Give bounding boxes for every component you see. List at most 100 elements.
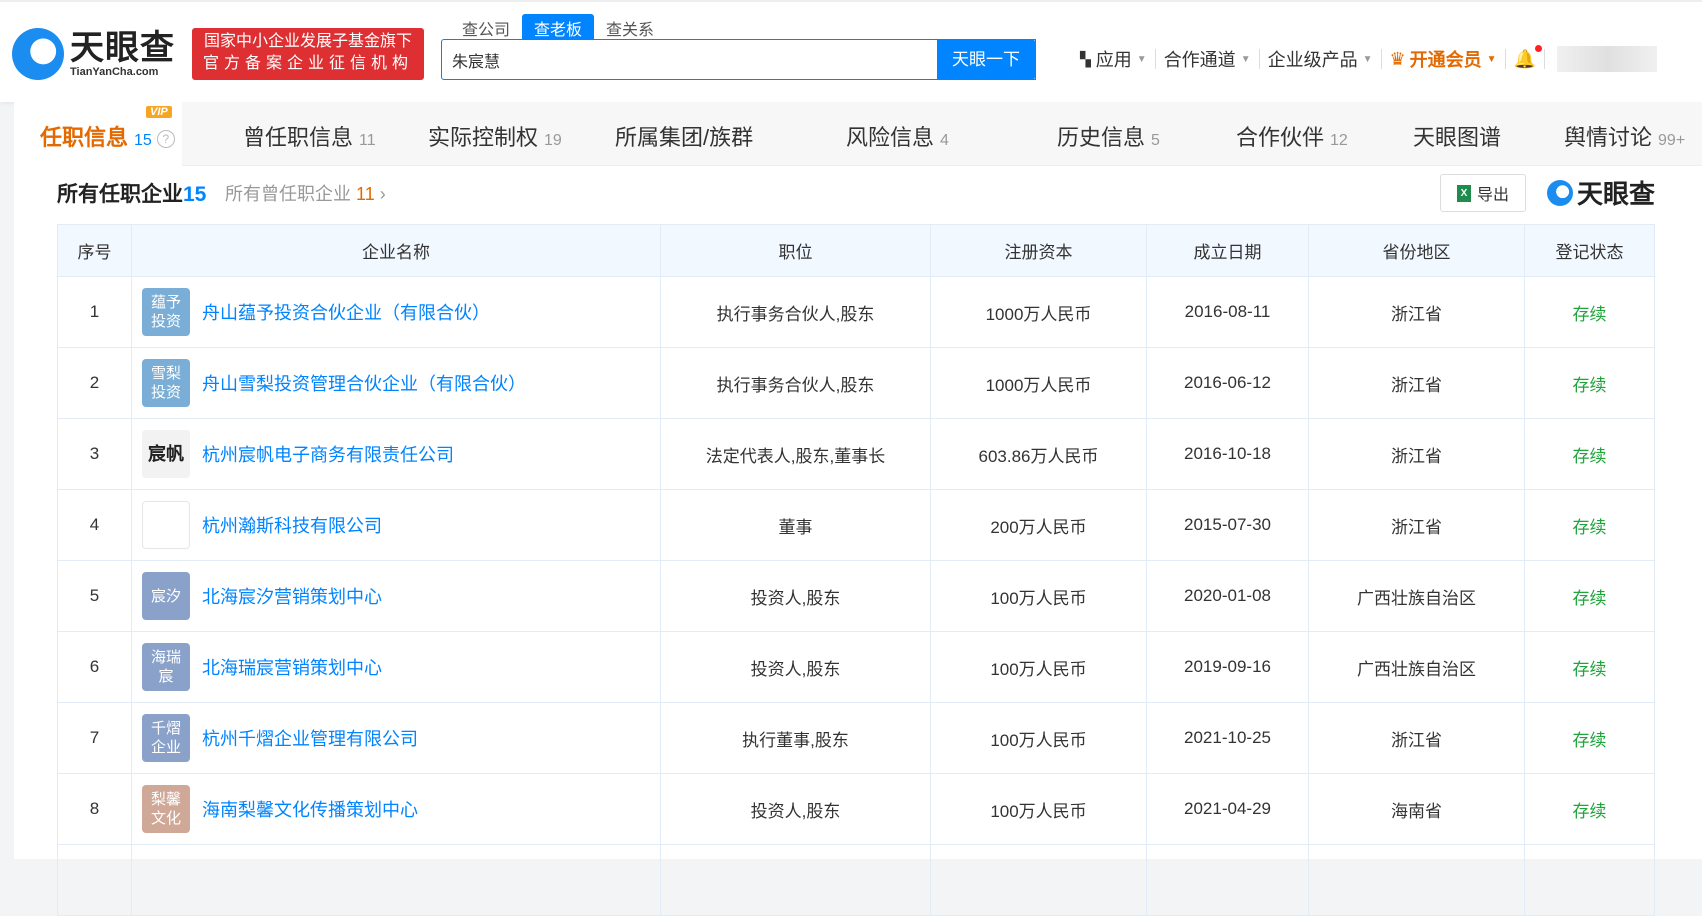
province: 浙江省: [1308, 347, 1525, 419]
position: 执行事务合伙人,股东: [660, 276, 931, 348]
notifications[interactable]: 🔔: [1506, 44, 1545, 70]
row-number: 3: [57, 418, 132, 490]
position: 执行事务合伙人,股东: [660, 347, 931, 419]
vip-label: 开通会员: [1409, 50, 1482, 70]
registered-capital: 100万人民币: [930, 631, 1147, 703]
tab-current-positions[interactable]: VIP 任职信息 15?: [40, 106, 175, 152]
company-logo: 海瑞宸: [142, 643, 190, 691]
table-row: 3 宸帆 杭州宸帆电子商务有限责任公司 法定代表人,股东,董事长 603.86万人…: [57, 418, 1655, 490]
table-row: 2 雪梨投资 舟山雪梨投资管理合伙企业（有限合伙） 执行事务合伙人,股东 1000…: [57, 347, 1655, 419]
position: 投资人,股东: [660, 560, 931, 632]
tab-count: 19: [544, 132, 562, 149]
company-name-link[interactable]: 杭州千熠企业管理有限公司: [202, 725, 418, 751]
help-icon[interactable]: ?: [156, 130, 175, 148]
position: 执行董事,股东: [660, 702, 931, 774]
founded-date: 2020-01-08: [1146, 560, 1309, 632]
export-button[interactable]: X 导出: [1440, 174, 1526, 212]
table-row: 4 杭州瀚斯科技有限公司 董事 200万人民币 2015-07-30 浙江省 存…: [57, 489, 1655, 561]
search-tab-relation[interactable]: 查关系: [594, 14, 666, 39]
tab-group[interactable]: 所属集团/族群: [615, 120, 753, 152]
table-row: 6 海瑞宸 北海瑞宸营销策划中心 投资人,股东 100万人民币 2019-09-1…: [57, 631, 1655, 703]
enterprise-label: 企业级产品: [1267, 50, 1358, 70]
col-header: 企业名称: [131, 224, 661, 277]
company-name-link[interactable]: 杭州宸帆电子商务有限责任公司: [202, 441, 454, 467]
official-badge: 国家中小企业发展子基金旗下 官方备案企业征信机构: [192, 28, 424, 80]
province: 浙江省: [1308, 702, 1525, 774]
status: 存续: [1524, 489, 1655, 561]
company-name-link[interactable]: 舟山雪梨投资管理合伙企业（有限合伙）: [202, 370, 526, 396]
search-button[interactable]: 天眼一下: [937, 39, 1035, 80]
former-link[interactable]: 所有曾任职企业 11 ›: [225, 180, 386, 206]
registered-capital: 100万人民币: [930, 773, 1147, 845]
apps-menu[interactable]: ▚ 应用 ▼: [1072, 49, 1156, 70]
user-avatar[interactable]: [1556, 46, 1657, 72]
company-logo: 宸汐: [142, 572, 190, 620]
registered-capital: 1000万人民币: [930, 276, 1147, 348]
search-tab-boss[interactable]: 查老板: [522, 14, 595, 39]
section-count: 15: [183, 183, 207, 206]
crown-icon: ♛: [1389, 48, 1406, 69]
tab-sentiment[interactable]: 舆情讨论 99+: [1564, 120, 1685, 152]
status: 存续: [1524, 773, 1655, 845]
province: 海南省: [1308, 773, 1525, 845]
partner-label: 合作通道: [1163, 50, 1236, 70]
search-tab-company[interactable]: 查公司: [450, 14, 522, 39]
bell-icon: 🔔: [1514, 44, 1542, 70]
position: 董事: [660, 489, 931, 561]
founded-date: 2016-06-12: [1146, 347, 1309, 419]
status: 存续: [1524, 702, 1655, 774]
row-number: 1: [57, 276, 132, 348]
founded-date: 2019-09-16: [1146, 631, 1309, 703]
search-value: 朱宸慧: [452, 53, 501, 71]
chevron-down-icon: ▼: [1486, 53, 1497, 65]
company-logo: 千熠企业: [142, 714, 190, 762]
col-header: 登记状态: [1524, 224, 1655, 277]
tab-count: 5: [1151, 132, 1160, 149]
row-number: 8: [57, 773, 132, 845]
tab-label: 天眼图谱: [1413, 125, 1502, 150]
vip-menu[interactable]: ♛ 开通会员 ▼: [1382, 48, 1506, 70]
position: 法定代表人,股东,董事长: [660, 418, 931, 490]
tab-count: 11: [359, 132, 376, 149]
top-header: 天眼查 TianYanCha.com 国家中小企业发展子基金旗下 官方备案企业征信机…: [0, 0, 1702, 102]
company-name-link[interactable]: 杭州瀚斯科技有限公司: [202, 512, 382, 538]
col-header: 职位: [660, 224, 931, 277]
company-name-link[interactable]: 舟山蕴予投资合伙企业（有限合伙）: [202, 299, 490, 325]
logo-icon: [1547, 179, 1573, 206]
tab-label: 任职信息: [40, 125, 129, 150]
tab-risk[interactable]: 风险信息 4: [846, 120, 949, 152]
status: 存续: [1524, 276, 1655, 348]
chevron-down-icon: ▼: [1362, 53, 1373, 65]
vip-badge: VIP: [146, 106, 172, 118]
table-row: 1 蕴予投资 舟山蕴予投资合伙企业（有限合伙） 执行事务合伙人,股东 1000万人…: [57, 276, 1655, 348]
tab-actual-control[interactable]: 实际控制权 19: [428, 120, 562, 152]
enterprise-menu[interactable]: 企业级产品 ▼: [1260, 49, 1382, 70]
col-header: 省份地区: [1308, 224, 1525, 277]
former-label: 所有曾任职企业: [225, 184, 351, 204]
table-row: 7 千熠企业 杭州千熠企业管理有限公司 执行董事,股东 100万人民币 2021-…: [57, 702, 1655, 774]
tab-label: 合作伙伴: [1236, 125, 1325, 150]
company-name-link[interactable]: 北海瑞宸营销策划中心: [202, 654, 382, 680]
tab-partners[interactable]: 合作伙伴 12: [1236, 120, 1348, 152]
apps-icon: ▚: [1080, 50, 1091, 67]
company-name-link[interactable]: 海南梨馨文化传播策划中心: [202, 796, 418, 822]
registered-capital: 1000万人民币: [930, 347, 1147, 419]
founded-date: 2021-04-29: [1146, 773, 1309, 845]
col-header: 成立日期: [1146, 224, 1309, 277]
position: 投资人,股东: [660, 631, 931, 703]
row-number: 7: [57, 702, 132, 774]
positions-table: 序号 企业名称 职位 注册资本 成立日期 省份地区 登记状态 1 蕴予投资 舟山蕴…: [57, 224, 1655, 916]
main-panel: VIP 任职信息 15? 曾任职信息 11 实际控制权 19 所属集团/族群 风险信息 4…: [14, 102, 1702, 916]
partner-menu[interactable]: 合作通道 ▼: [1156, 49, 1260, 70]
section-title: 所有任职企业15: [57, 178, 206, 208]
tab-graph[interactable]: 天眼图谱: [1413, 120, 1501, 152]
company-name-link[interactable]: 北海宸汐营销策划中心: [202, 583, 382, 609]
tab-label: 历史信息: [1057, 125, 1146, 150]
notification-dot: [1534, 44, 1542, 52]
col-header: 序号: [57, 224, 132, 277]
company-logo: 蕴予投资: [142, 288, 190, 336]
logo[interactable]: 天眼查 TianYanCha.com: [12, 28, 175, 80]
tab-former-positions[interactable]: 曾任职信息 11: [243, 120, 376, 152]
tab-history[interactable]: 历史信息 5: [1057, 120, 1160, 152]
section-title-text: 所有任职企业: [57, 183, 183, 206]
